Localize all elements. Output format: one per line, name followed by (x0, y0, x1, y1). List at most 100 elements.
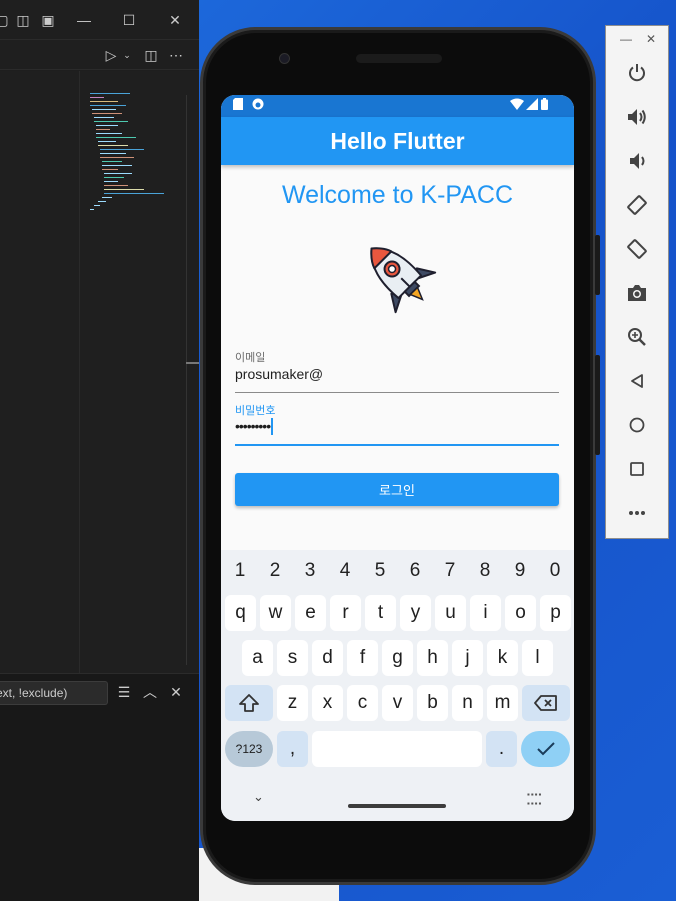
key-m[interactable]: m (487, 685, 518, 721)
symbols-key[interactable]: ?123 (225, 731, 273, 767)
password-field[interactable]: ••••••••• (235, 418, 274, 435)
backspace-icon (534, 695, 557, 711)
space-key[interactable] (312, 731, 482, 767)
minimap[interactable] (86, 91, 176, 221)
key-0[interactable]: 0 (545, 560, 565, 582)
key-5[interactable]: 5 (370, 560, 390, 582)
camera-icon[interactable] (621, 277, 653, 309)
maximize-icon[interactable]: ☐ (119, 10, 139, 30)
overview-icon[interactable] (621, 453, 653, 485)
welcome-heading: Welcome to K-PACC (281, 181, 514, 209)
more-actions-icon[interactable]: ⋯ (166, 45, 186, 65)
text-cursor (271, 418, 274, 435)
more-icon[interactable] (621, 497, 653, 529)
battery-icon (541, 98, 548, 113)
password-dots: ••••••••• (235, 418, 271, 434)
key-t[interactable]: t (365, 595, 396, 631)
layout-sidebar-icon[interactable]: ▢ (0, 10, 12, 30)
back-icon[interactable] (621, 365, 653, 397)
key-s[interactable]: s (277, 640, 308, 676)
key-8[interactable]: 8 (475, 560, 495, 582)
phone-screen: Hello Flutter Welcome to K-PACC 이메일 pros… (221, 95, 574, 821)
hide-keyboard-chevron-icon[interactable]: ⌄ (253, 789, 264, 805)
key-h[interactable]: h (417, 640, 448, 676)
key-f[interactable]: f (347, 640, 378, 676)
power-icon[interactable] (621, 57, 653, 89)
layout-customize-icon[interactable]: ▣ (38, 10, 58, 30)
emulator-close-icon[interactable]: ✕ (646, 32, 656, 46)
code-editor[interactable] (0, 71, 199, 673)
period-key[interactable]: . (486, 731, 517, 767)
output-filter-input[interactable]: ext, !exclude) (0, 681, 108, 705)
key-p[interactable]: p (540, 595, 571, 631)
signal-icon (526, 98, 538, 113)
gesture-handle[interactable] (348, 804, 446, 808)
emulator-minimize-icon[interactable]: — (620, 32, 632, 46)
email-label: 이메일 (235, 352, 266, 364)
close-icon[interactable]: ✕ (165, 10, 185, 30)
rotate-left-icon[interactable] (621, 189, 653, 221)
email-field[interactable]: prosumaker@ (235, 366, 323, 382)
layout-panel-icon[interactable]: ◫ (13, 10, 33, 30)
comma-key[interactable]: , (277, 731, 308, 767)
key-j[interactable]: j (452, 640, 483, 676)
key-b[interactable]: b (417, 685, 448, 721)
split-editor-icon[interactable]: ◫ (141, 45, 161, 65)
home-icon[interactable] (621, 409, 653, 441)
shift-icon (239, 694, 259, 712)
key-9[interactable]: 9 (510, 560, 530, 582)
backspace-key[interactable] (522, 685, 570, 721)
minimize-icon[interactable]: — (74, 10, 94, 30)
clear-output-icon[interactable]: ☰ (114, 682, 134, 702)
volume-up-icon[interactable] (621, 101, 653, 133)
enter-key[interactable] (521, 731, 570, 767)
chevron-up-icon[interactable]: ︿ (140, 682, 160, 702)
vscode-window: ▢ ◫ ▣ — ☐ ✕ ▷ ⌄ ◫ ⋯ ext, !exclude) ☰ ︿ ✕ (0, 0, 199, 901)
soft-keyboard: 1 2 3 4 5 6 7 8 9 0 q w e r t y u i o p … (221, 550, 574, 821)
login-button[interactable]: 로그인 (235, 473, 559, 506)
key-u[interactable]: u (435, 595, 466, 631)
key-d[interactable]: d (312, 640, 343, 676)
scrollbar-thumb[interactable] (186, 362, 199, 364)
editor-scrollbar[interactable] (186, 95, 198, 665)
key-7[interactable]: 7 (440, 560, 460, 582)
run-dropdown-chevron-icon[interactable]: ⌄ (117, 45, 137, 65)
wifi-icon (510, 98, 524, 113)
emulator-controls: — ✕ (605, 25, 669, 539)
key-4[interactable]: 4 (335, 560, 355, 582)
key-y[interactable]: y (400, 595, 431, 631)
zoom-icon[interactable] (621, 321, 653, 353)
key-k[interactable]: k (487, 640, 518, 676)
volume-down-icon[interactable] (621, 145, 653, 177)
key-2[interactable]: 2 (265, 560, 285, 582)
key-i[interactable]: i (470, 595, 501, 631)
app-bar: Hello Flutter (221, 117, 574, 165)
key-n[interactable]: n (452, 685, 483, 721)
app-notification-icon (252, 98, 264, 113)
password-label: 비밀번호 (235, 405, 276, 417)
check-icon (536, 742, 555, 756)
key-q[interactable]: q (225, 595, 256, 631)
key-a[interactable]: a (242, 640, 273, 676)
rotate-right-icon[interactable] (621, 233, 653, 265)
key-r[interactable]: r (330, 595, 361, 631)
key-l[interactable]: l (522, 640, 553, 676)
vscode-titlebar: ▢ ◫ ▣ — ☐ ✕ (0, 0, 199, 40)
key-3[interactable]: 3 (300, 560, 320, 582)
output-panel[interactable] (0, 709, 199, 901)
shift-key[interactable] (225, 685, 273, 721)
close-panel-icon[interactable]: ✕ (166, 682, 186, 702)
key-z[interactable]: z (277, 685, 308, 721)
key-w[interactable]: w (260, 595, 291, 631)
key-x[interactable]: x (312, 685, 343, 721)
sd-card-icon (233, 98, 243, 113)
number-row: 1 2 3 4 5 6 7 8 9 0 (221, 550, 574, 592)
keyboard-switch-icon[interactable]: ▪▪▪▪ ▪▪▪▪ (527, 790, 542, 808)
key-o[interactable]: o (505, 595, 536, 631)
key-g[interactable]: g (382, 640, 413, 676)
key-e[interactable]: e (295, 595, 326, 631)
key-6[interactable]: 6 (405, 560, 425, 582)
key-v[interactable]: v (382, 685, 413, 721)
key-c[interactable]: c (347, 685, 378, 721)
key-1[interactable]: 1 (230, 560, 250, 582)
